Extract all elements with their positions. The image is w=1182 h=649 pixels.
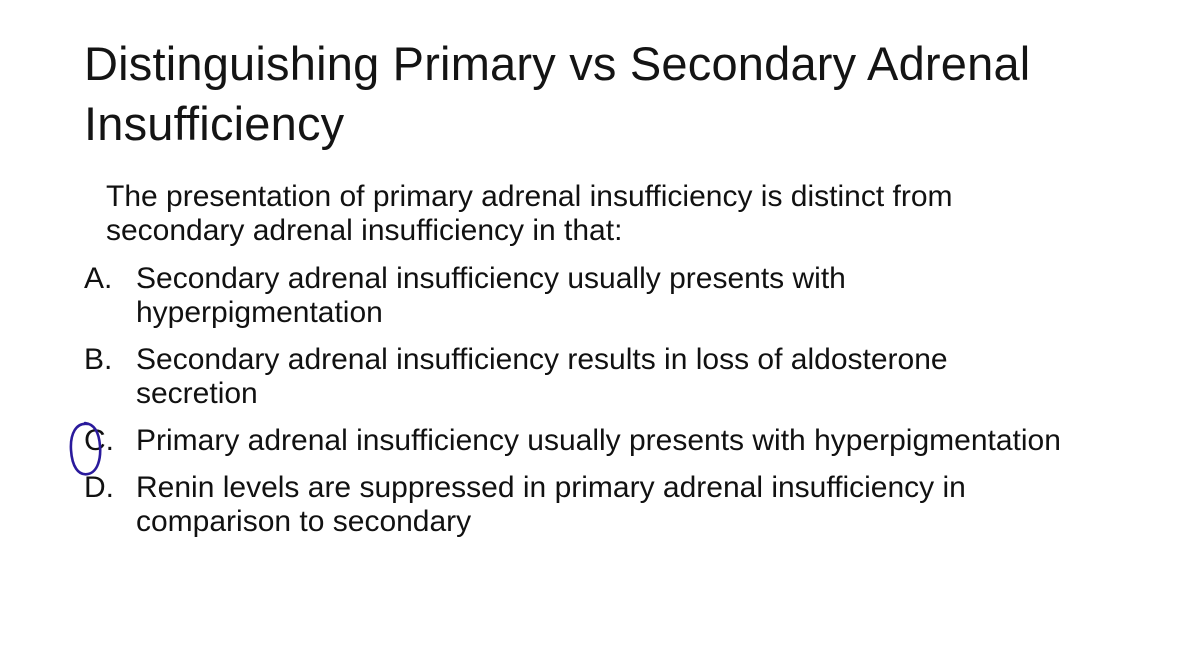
option-text: Secondary adrenal insufficiency results … xyxy=(136,343,948,410)
slide: Distinguishing Primary vs Secondary Adre… xyxy=(0,0,1182,649)
option-b: B. Secondary adrenal insufficiency resul… xyxy=(84,343,1064,411)
option-a: A. Secondary adrenal insufficiency usual… xyxy=(84,262,1064,330)
option-c: C. Primary adrenal insufficiency usually… xyxy=(69,421,1064,476)
option-d: D. Renin levels are suppressed in primar… xyxy=(84,471,1064,539)
answer-options: A. Secondary adrenal insufficiency usual… xyxy=(69,262,1064,552)
option-text: Primary adrenal insufficiency usually pr… xyxy=(136,424,1061,457)
slide-title: Distinguishing Primary vs Secondary Adre… xyxy=(84,37,1031,150)
option-letter: D. xyxy=(84,471,114,504)
option-letter: C. xyxy=(84,424,114,457)
option-text: Secondary adrenal insufficiency usually … xyxy=(136,262,846,329)
option-letter: A. xyxy=(84,262,113,295)
option-text: Renin levels are suppressed in primary a… xyxy=(136,471,966,538)
option-letter: B. xyxy=(84,343,113,376)
question-text: The presentation of primary adrenal insu… xyxy=(106,180,953,247)
